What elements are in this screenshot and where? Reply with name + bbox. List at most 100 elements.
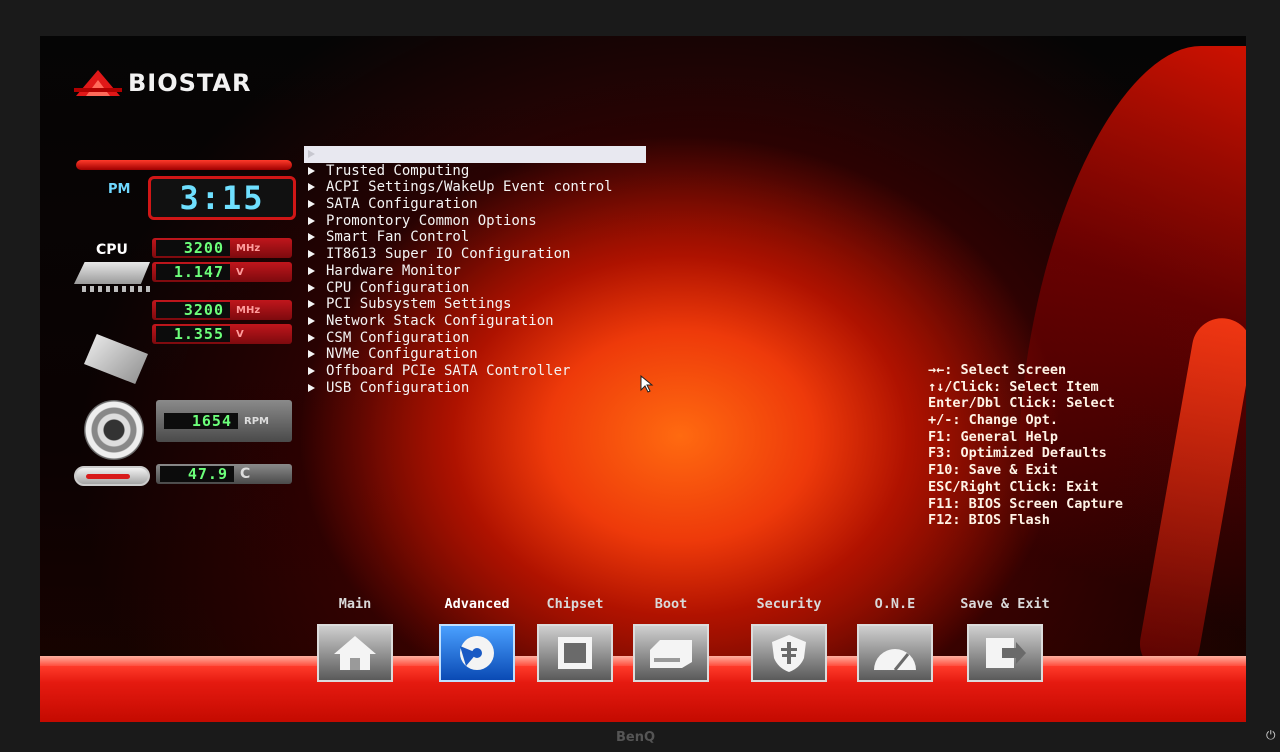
submenu-arrow-icon (308, 216, 315, 225)
submenu-arrow-icon (308, 200, 315, 209)
monitor-bezel: BIOSTAR PM 3:15 CPU 3200 MHz 1.147 V 320… (0, 0, 1280, 752)
cpu-freq-readout: 3200 MHz (152, 238, 292, 258)
help-bios-flash: F12: BIOS Flash (928, 512, 1050, 529)
menu-item-label: Trusted Computing (326, 162, 470, 179)
fan-speed-unit: RPM (244, 415, 269, 427)
key-help-panel: →←: Select Screen ↑↓/Click: Select Item … (928, 362, 1123, 529)
tab-save-exit[interactable]: Save & Exit (950, 596, 1060, 682)
brand-logo: BIOSTAR (74, 68, 251, 98)
tab-main[interactable]: Main (300, 596, 410, 682)
menu-item-csm-configuration[interactable]: CSM Configuration (304, 330, 646, 347)
tab-chipset-label: Chipset (546, 596, 604, 612)
cpu-volt-readout: 1.147 V (152, 262, 292, 282)
clock-display: 3:15 (148, 176, 296, 220)
tab-chipset[interactable]: Chipset (520, 596, 630, 682)
cpu-freq-unit: MHz (236, 242, 261, 254)
tab-save-exit-label: Save & Exit (960, 596, 1050, 612)
ampm-indicator: PM (108, 182, 131, 197)
mem-volt-value: 1.355 (156, 326, 230, 342)
mem-freq-unit: MHz (236, 304, 261, 316)
cpu-freq-value: 3200 (156, 240, 230, 256)
fan-speed-readout: 1654 RPM (156, 400, 292, 442)
menu-item-smart-fan-control[interactable]: Smart Fan Control (304, 229, 646, 246)
submenu-arrow-icon (308, 283, 315, 292)
submenu-arrow-icon (308, 166, 315, 175)
menu-item-sata-configuration[interactable]: SATA Configuration (304, 196, 646, 213)
menu-item-nvme-configuration[interactable]: NVMe Configuration (304, 346, 646, 363)
mouse-cursor-icon (640, 375, 654, 393)
submenu-arrow-icon (308, 183, 315, 192)
thermometer-icon (74, 466, 150, 486)
submenu-arrow-icon (308, 383, 315, 392)
menu-item-label: Network Stack Configuration (326, 312, 554, 329)
temperature-unit: C (240, 466, 251, 482)
cpu-pins-icon (82, 286, 152, 292)
submenu-arrow-icon (308, 366, 315, 375)
menu-item-network-stack[interactable]: Network Stack Configuration (304, 313, 646, 330)
cpu-chip-icon (74, 262, 150, 284)
advanced-disc-icon (439, 624, 515, 682)
tab-one-label: O.N.E (874, 596, 916, 612)
help-enter-select: Enter/Dbl Click: Select (928, 395, 1115, 412)
clock-top-bar (76, 160, 292, 170)
submenu-arrow-icon (308, 233, 315, 242)
menu-item-promontory-options[interactable]: Promontory Common Options (304, 213, 646, 230)
menu-item-label: USB Configuration (326, 379, 470, 396)
power-icon[interactable]: ⏻ (1266, 728, 1276, 743)
menu-item-cpu-configuration[interactable]: CPU Configuration (304, 280, 646, 297)
menu-item-hardware-monitor[interactable]: Hardware Monitor (304, 263, 646, 280)
temperature-readout: 47.9 C (156, 464, 292, 484)
mem-volt-unit: V (236, 328, 244, 340)
shield-icon (751, 624, 827, 682)
menu-item-label: PCI Subsystem Settings (326, 296, 512, 313)
hardware-monitor-panel: PM 3:15 CPU 3200 MHz 1.147 V 3200 MHz 1.… (72, 154, 302, 486)
bottom-tab-bar: Main Advanced Chipset Boot Security O.N.… (40, 596, 1246, 686)
help-select-item: ↑↓/Click: Select Item (928, 378, 1099, 395)
help-save-exit: F10: Save & Exit (928, 462, 1059, 479)
tab-advanced[interactable]: Advanced (422, 596, 532, 682)
biostar-logo-icon (74, 68, 122, 98)
cpu-volt-value: 1.147 (156, 264, 230, 280)
tab-advanced-label: Advanced (444, 596, 510, 612)
cpu-label: CPU (96, 242, 128, 258)
menu-item-label: CPU Configuration (326, 279, 470, 296)
tab-boot-label: Boot (654, 596, 688, 612)
tab-boot[interactable]: Boot (616, 596, 726, 682)
tab-main-label: Main (338, 596, 372, 612)
help-general-help: F1: General Help (928, 428, 1059, 445)
monitor-brand: BenQ (616, 730, 656, 745)
submenu-arrow-icon (308, 150, 315, 158)
menu-item-label: CSM Configuration (326, 329, 470, 346)
submenu-arrow-icon (308, 316, 315, 325)
submenu-arrow-icon (308, 250, 315, 259)
menu-item-pci-subsystem[interactable]: PCI Subsystem Settings (304, 296, 646, 313)
menu-item-label: Hardware Monitor (326, 262, 461, 279)
menu-item-label: Offboard PCIe SATA Controller (326, 362, 571, 379)
menu-item-acpi-settings[interactable]: ACPI Settings/WakeUp Event control (304, 179, 646, 196)
menu-item-amd-cbs[interactable]: AMD CBS (304, 146, 646, 163)
tab-security-label: Security (756, 596, 822, 612)
submenu-arrow-icon (308, 266, 315, 275)
menu-item-label: Smart Fan Control (326, 229, 470, 246)
mem-volt-readout: 1.355 V (152, 324, 292, 344)
submenu-arrow-icon (308, 350, 315, 359)
bios-screen: BIOSTAR PM 3:15 CPU 3200 MHz 1.147 V 320… (40, 36, 1246, 722)
help-select-screen: →←: Select Screen (928, 362, 1067, 378)
mem-freq-readout: 3200 MHz (152, 300, 292, 320)
menu-item-super-io-configuration[interactable]: IT8613 Super IO Configuration (304, 246, 646, 263)
fan-speed-value: 1654 (164, 413, 238, 429)
submenu-arrow-icon (308, 300, 315, 309)
menu-item-usb-configuration[interactable]: USB Configuration (304, 380, 646, 397)
help-optimized-defaults: F3: Optimized Defaults (928, 445, 1107, 462)
menu-item-offboard-sata[interactable]: Offboard PCIe SATA Controller (304, 363, 646, 380)
drive-icon (633, 624, 709, 682)
menu-item-label: ACPI Settings/WakeUp Event control (326, 179, 613, 196)
exit-icon (967, 624, 1043, 682)
menu-item-label: Promontory Common Options (326, 212, 537, 229)
tab-one[interactable]: O.N.E (840, 596, 950, 682)
submenu-arrow-icon (308, 333, 315, 342)
fan-icon (84, 400, 144, 460)
help-change-opt: +/-: Change Opt. (928, 412, 1059, 429)
menu-item-trusted-computing[interactable]: Trusted Computing (304, 163, 646, 180)
tab-security[interactable]: Security (734, 596, 844, 682)
